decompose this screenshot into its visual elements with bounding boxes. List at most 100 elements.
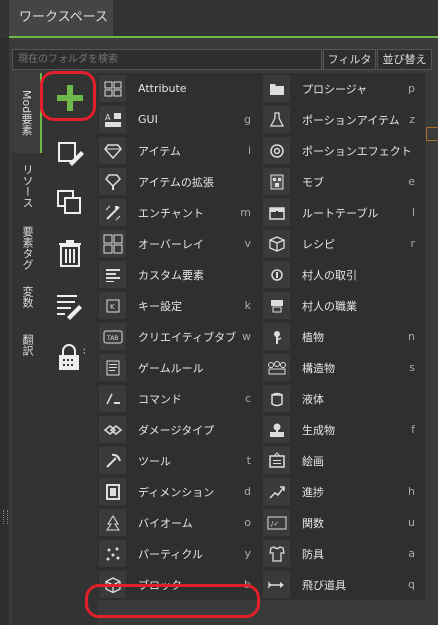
villager-trade-icon <box>263 261 290 288</box>
fluid-icon <box>263 385 290 412</box>
shortcut-key: c <box>244 392 251 405</box>
element-gamerule[interactable]: ゲームルール <box>97 352 261 383</box>
element-custom-element[interactable]: カスタム要素 <box>97 259 261 290</box>
tab-variables[interactable]: 変数 <box>12 273 42 321</box>
element-label: コマンド <box>138 392 182 406</box>
element-label: 村人の取引 <box>302 268 357 282</box>
element-armor[interactable]: 防具 a <box>261 538 425 569</box>
element-label: ルートテーブル <box>302 206 379 220</box>
element-label: 液体 <box>302 392 324 406</box>
element-keybind[interactable]: K キー設定 k <box>97 290 261 321</box>
element-potion-effect[interactable]: ポーションエフェクト <box>261 135 425 166</box>
plant-icon <box>263 323 290 350</box>
element-recipe[interactable]: レシピ r <box>261 228 425 259</box>
element-overlay[interactable]: オーバーレイ v <box>97 228 261 259</box>
list-edit-icon[interactable] <box>44 283 96 327</box>
element-feature[interactable]: 生成物 f <box>261 414 425 445</box>
element-villager-trade[interactable]: 村人の取引 <box>261 259 425 290</box>
tab-element-tags[interactable]: 要素タグ <box>12 217 42 279</box>
gamerule-icon <box>99 354 126 381</box>
element-item[interactable]: アイテム i <box>97 135 261 166</box>
element-enchantment[interactable]: エンチャント m <box>97 197 261 228</box>
element-fluid[interactable]: 液体 <box>261 383 425 414</box>
shortcut-key: z <box>409 113 415 126</box>
creative-tab-icon: TAB <box>99 323 126 350</box>
particle-icon <box>99 540 126 567</box>
element-creative-tab[interactable]: TAB クリエイティブタブ w <box>97 321 261 352</box>
element-biome[interactable]: バイオーム o <box>97 507 261 538</box>
enchantment-icon <box>99 199 126 226</box>
filter-button[interactable]: フィルタ <box>323 49 376 70</box>
element-label: ゲームルール <box>138 361 204 375</box>
element-label: 村人の職業 <box>302 299 357 313</box>
shortcut-key: n <box>408 330 415 343</box>
shortcut-key: g <box>244 113 251 126</box>
element-command[interactable]: コマンド c <box>97 383 261 414</box>
element-painting[interactable]: 絵画 <box>261 445 425 476</box>
element-label: 関数 <box>302 516 324 530</box>
element-damage-type[interactable]: ダメージタイプ <box>97 414 261 445</box>
command-icon <box>99 385 126 412</box>
shortcut-key: a <box>408 547 415 560</box>
shortcut-key: d <box>244 485 251 498</box>
element-label: クリエイティブタブ <box>138 330 237 344</box>
element-label: ディメンション <box>138 485 215 499</box>
lock-icon[interactable]: ↕ <box>44 335 96 379</box>
structure-icon <box>263 354 290 381</box>
shortcut-key: v <box>244 237 251 250</box>
grip-icon[interactable] <box>3 510 8 524</box>
left-splitter[interactable] <box>0 38 9 625</box>
duplicate-icon[interactable] <box>44 181 96 225</box>
element-procedure[interactable]: プロシージャ p <box>261 73 425 104</box>
element-label: オーバーレイ <box>138 237 204 251</box>
element-label: 構造物 <box>302 361 335 375</box>
element-structure[interactable]: 構造物 s <box>261 352 425 383</box>
element-projectile[interactable]: 飛び道具 q <box>261 569 425 600</box>
element-label: 植物 <box>302 330 324 344</box>
element-tool[interactable]: ツール t <box>97 445 261 476</box>
sort-button[interactable]: 並び替え <box>377 49 432 70</box>
tab-translations[interactable]: 翻訳 <box>12 321 42 369</box>
custom-element-icon <box>99 261 126 288</box>
highlight-block-item <box>85 584 260 618</box>
tool-column: ↕ <box>42 73 98 625</box>
element-attribute[interactable]: Attribute <box>97 73 261 104</box>
shortcut-key: w <box>242 330 251 343</box>
armor-icon <box>263 540 290 567</box>
element-dimension[interactable]: ディメンション d <box>97 476 261 507</box>
overlay-icon <box>99 230 126 257</box>
element-villager-profession[interactable]: 村人の職業 <box>261 290 425 321</box>
element-plant[interactable]: 植物 n <box>261 321 425 352</box>
element-function[interactable]: /✓ 関数 u <box>261 507 425 538</box>
element-advancement[interactable]: 進捗 h <box>261 476 425 507</box>
biome-icon <box>99 509 126 536</box>
shortcut-key: i <box>247 144 251 157</box>
element-label: バイオーム <box>138 516 193 530</box>
element-item-extension[interactable]: アイテムの拡張 <box>97 166 261 197</box>
advancement-icon <box>263 478 290 505</box>
element-label: パーティクル <box>138 547 204 561</box>
element-particle[interactable]: パーティクル y <box>97 538 261 569</box>
attribute-icon <box>99 75 126 102</box>
damage-type-icon <box>99 416 126 443</box>
side-panel-edge <box>426 127 438 141</box>
tab-workspace[interactable]: ワークスペース <box>9 0 113 36</box>
element-label: ポーションエフェクト <box>302 144 412 158</box>
trash-icon[interactable] <box>44 231 96 275</box>
search-input[interactable] <box>12 49 322 70</box>
tab-mod-elements[interactable]: Mod要素 <box>12 73 42 153</box>
element-label: 防具 <box>302 547 324 561</box>
element-potion-item[interactable]: ポーションアイテム z <box>261 104 425 135</box>
element-loot-table[interactable]: ルートテーブル l <box>261 197 425 228</box>
element-mob[interactable]: モブ e <box>261 166 425 197</box>
shortcut-key: e <box>408 175 415 188</box>
tab-resources[interactable]: リソース <box>12 155 42 217</box>
edit-icon[interactable] <box>44 131 96 175</box>
vertical-tabs: Mod要素 リソース 要素タグ 変数 翻訳 <box>12 73 42 625</box>
function-icon: /✓ <box>263 509 290 536</box>
shortcut-key: u <box>408 516 415 529</box>
potion-item-icon <box>263 106 290 133</box>
element-list-left: Attribute A GUI g アイテム i アイテムの拡張 エンチャント … <box>97 73 261 600</box>
element-gui[interactable]: A GUI g <box>97 104 261 135</box>
element-label: 進捗 <box>302 485 324 499</box>
